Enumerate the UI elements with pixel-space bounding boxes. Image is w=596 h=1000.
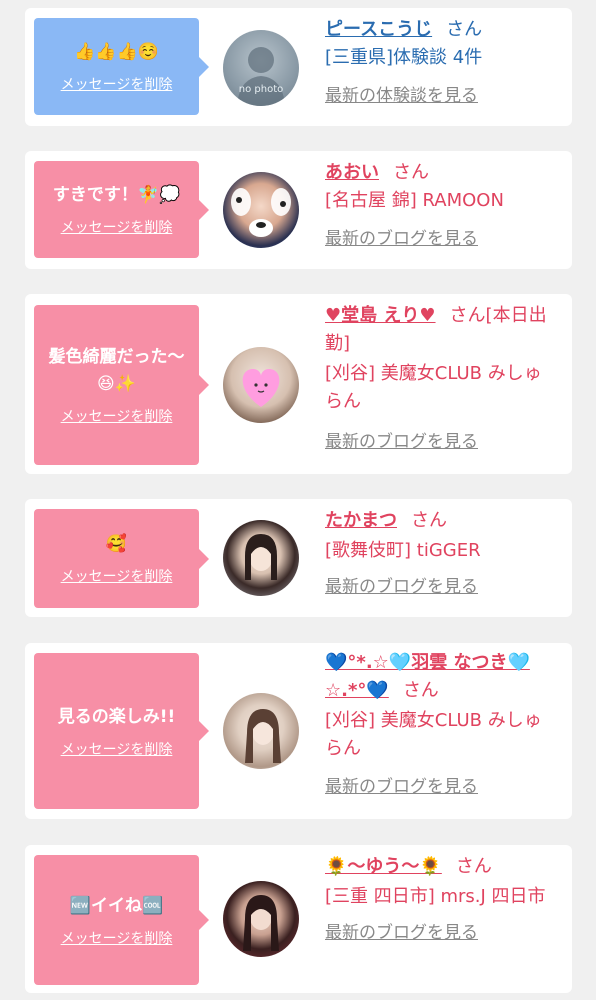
latest-blog-link[interactable]: 最新のブログを見る (325, 428, 555, 456)
person-photo-icon (243, 895, 279, 951)
message-text: すきです！🧚💭 (52, 185, 181, 205)
card-info: 🌻〜ゆう〜🌻 さん [三重 四日市] mrs.J 四日市 最新のブログを見る (325, 853, 555, 947)
person-photo-icon (245, 709, 281, 763)
user-subtitle: [名古屋 錦] RAMOON (325, 190, 504, 211)
message-card: 🥰 メッセージを削除 たかまつ さん [歌舞伎町] tiGGER 最新のブログを見… (25, 499, 572, 617)
delete-message-link[interactable]: メッセージを削除 (61, 217, 173, 237)
user-subtitle: [刈谷] 美魔女CLUB みしゅらん (325, 710, 542, 759)
message-text: 見るの楽しみ!! (57, 706, 176, 727)
card-info: たかまつ さん [歌舞伎町] tiGGER 最新のブログを見る (325, 507, 555, 601)
avatar[interactable] (223, 881, 299, 957)
user-name[interactable]: 🌻〜ゆう〜🌻 (325, 856, 442, 877)
user-subtitle: [歌舞伎町] tiGGER (325, 540, 481, 561)
user-name[interactable]: たかまつ (325, 510, 397, 531)
message-text: 🥰 (105, 534, 128, 554)
user-subtitle: [三重県]体験談 4件 (325, 47, 483, 68)
heart-sticker-icon (242, 369, 280, 407)
card-info: あおい さん [名古屋 錦] RAMOON 最新のブログを見る (325, 159, 555, 253)
latest-review-link[interactable]: 最新の体験談を見る (325, 82, 555, 110)
honorific: さん (402, 680, 439, 701)
honorific: さん (411, 510, 447, 531)
message-bubble: 髪色綺麗だった〜😆✨ メッセージを削除 (34, 305, 209, 465)
delete-message-link[interactable]: メッセージを削除 (61, 928, 173, 948)
avatar[interactable] (223, 520, 299, 596)
card-info: 💙°*.☆🩵羽雲 なつき🩵☆.*°💙 さん [刈谷] 美魔女CLUB みしゅらん … (325, 649, 555, 801)
delete-message-link[interactable]: メッセージを削除 (61, 74, 173, 94)
card-info: ♥堂島 えり♥ さん[本日出勤] [刈谷] 美魔女CLUB みしゅらん 最新のブロ… (325, 302, 555, 456)
latest-blog-link[interactable]: 最新のブログを見る (325, 919, 555, 947)
user-name[interactable]: ♥堂島 えり♥ (325, 305, 436, 326)
person-photo-icon (245, 534, 277, 580)
avatar[interactable]: no photo (223, 30, 299, 106)
message-bubble: 見るの楽しみ!! メッセージを削除 (34, 653, 209, 809)
card-info: ピースこうじ さん [三重県]体験談 4件 最新の体験談を見る (325, 16, 555, 110)
message-card: 見るの楽しみ!! メッセージを削除 💙°*.☆🩵羽雲 なつき🩵☆.*°💙 さん [… (25, 643, 572, 819)
message-text: 🆕イイね🆒 (69, 895, 164, 916)
user-subtitle: [三重 四日市] mrs.J 四日市 (325, 886, 546, 907)
user-name[interactable]: ピースこうじ (325, 19, 432, 40)
message-card: すきです！🧚💭 メッセージを削除 あおい さん [名古屋 錦] RAMOON 最新… (25, 151, 572, 269)
delete-message-link[interactable]: メッセージを削除 (61, 406, 173, 426)
honorific: さん (455, 856, 492, 877)
message-card: 髪色綺麗だった〜😆✨ メッセージを削除 ♥堂島 えり♥ さん[本日出勤] [刈谷]… (25, 294, 572, 474)
message-card: 🆕イイね🆒 メッセージを削除 🌻〜ゆう〜🌻 さん [三重 四日市] mrs.J 四… (25, 845, 572, 993)
message-bubble: 👍👍👍☺️ メッセージを削除 (34, 18, 209, 115)
message-bubble: すきです！🧚💭 メッセージを削除 (34, 161, 209, 258)
honorific: さん (393, 162, 429, 183)
dog-filter-icon (231, 188, 291, 237)
message-card: 👍👍👍☺️ メッセージを削除 no photo ピースこうじ さん [三重県]体験… (25, 8, 572, 126)
latest-blog-link[interactable]: 最新のブログを見る (325, 225, 555, 253)
message-bubble: 🆕イイね🆒 メッセージを削除 (34, 855, 209, 985)
latest-blog-link[interactable]: 最新のブログを見る (325, 573, 555, 601)
message-bubble: 🥰 メッセージを削除 (34, 509, 209, 608)
user-subtitle: [刈谷] 美魔女CLUB みしゅらん (325, 363, 542, 412)
avatar-placeholder-text: no photo (239, 84, 283, 95)
delete-message-link[interactable]: メッセージを削除 (61, 566, 173, 586)
avatar[interactable] (223, 347, 299, 423)
avatar[interactable] (223, 693, 299, 769)
latest-blog-link[interactable]: 最新のブログを見る (325, 773, 555, 801)
honorific: さん (446, 19, 483, 40)
user-name[interactable]: あおい (325, 162, 379, 183)
message-text: 髪色綺麗だった〜😆✨ (48, 347, 185, 394)
no-photo-silhouette-icon: no photo (237, 47, 285, 106)
avatar[interactable] (223, 172, 299, 248)
delete-message-link[interactable]: メッセージを削除 (61, 739, 173, 759)
message-text: 👍👍👍☺️ (74, 42, 159, 62)
